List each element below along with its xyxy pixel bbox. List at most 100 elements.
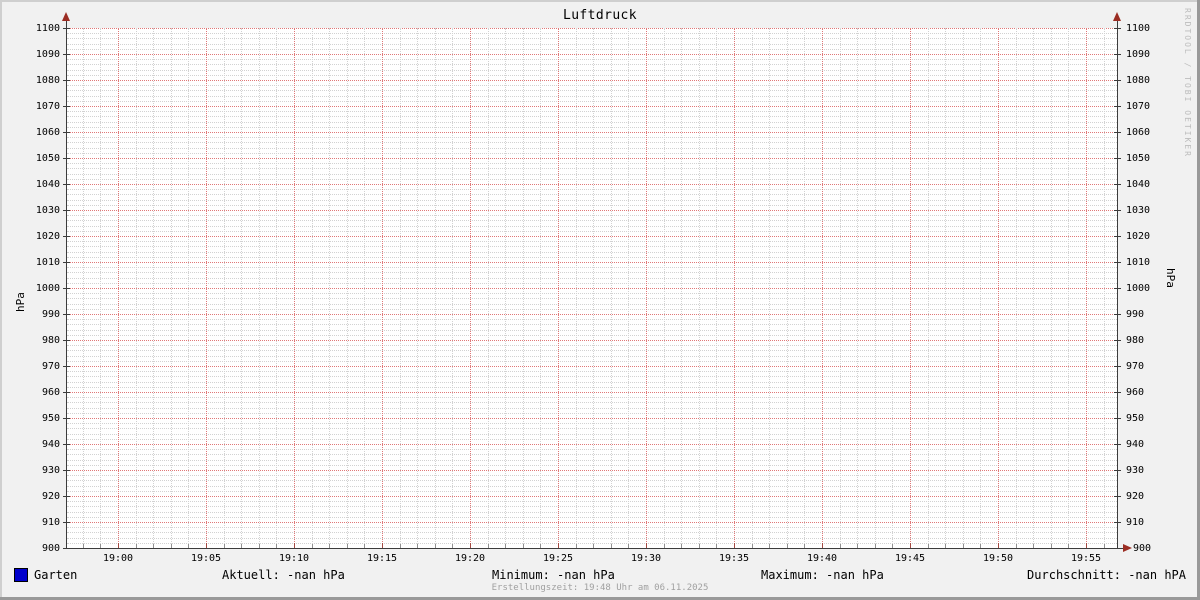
x-tick-label: 19:05: [190, 553, 222, 564]
grid-line-major-v: [206, 28, 207, 548]
y-tick-label-left: 960: [41, 387, 60, 398]
series-color-swatch: [14, 568, 28, 582]
y-tick-label-left: 900: [41, 543, 60, 554]
grid-line-minor-v: [1033, 28, 1035, 548]
grid-line-minor-v: [434, 28, 436, 548]
y-tick-label-left: 1080: [35, 75, 60, 86]
grid-line-minor-v: [188, 28, 190, 548]
y-tick-label-left: 910: [41, 517, 60, 528]
y-axis-tick-right: [1114, 106, 1121, 107]
y-tick-label-right: 1050: [1126, 153, 1151, 164]
y-axis-tick-left: [63, 366, 70, 367]
y-axis-line-left: [66, 20, 67, 548]
y-tick-label-right: 940: [1126, 439, 1145, 450]
y-tick-label-right: 990: [1126, 309, 1145, 320]
y-axis-tick-left: [63, 236, 70, 237]
grid-line-minor-v: [716, 28, 718, 548]
y-axis-tick-left: [63, 548, 70, 549]
x-tick-label: 19:10: [278, 553, 310, 564]
y-tick-label-right: 1010: [1126, 257, 1151, 268]
y-axis-tick-left: [63, 158, 70, 159]
y-tick-label-left: 1040: [35, 179, 60, 190]
grid-line-minor-v: [82, 28, 84, 548]
x-tick-label: 19:35: [718, 553, 750, 564]
grid-line-major-v: [558, 28, 559, 548]
grid-line-minor-v: [311, 28, 313, 548]
y-tick-label-left: 1020: [35, 231, 60, 242]
grid-line-major-v: [998, 28, 999, 548]
grid-line-minor-v: [258, 28, 260, 548]
y-axis-tick-left: [63, 80, 70, 81]
y-axis-tick-left: [63, 444, 70, 445]
grid-line-minor-v: [874, 28, 876, 548]
frame-bevel-top: [0, 0, 1200, 2]
grid-line-minor-v: [945, 28, 947, 548]
y-axis-tick-right: [1114, 496, 1121, 497]
stat-aktuell: Aktuell: -nan hPa: [222, 568, 345, 582]
y-tick-label-right: 1100: [1126, 23, 1151, 34]
grid-line-minor-v: [1015, 28, 1017, 548]
y-tick-label-right: 1080: [1126, 75, 1151, 86]
grid-line-major-v: [1086, 28, 1087, 548]
grid-line-minor-v: [927, 28, 929, 548]
grid-line-minor-v: [1103, 28, 1105, 548]
series-name: Garten: [34, 568, 78, 582]
y-tick-label-left: 1050: [35, 153, 60, 164]
grid-line-minor-v: [769, 28, 771, 548]
grid-line-minor-v: [522, 28, 524, 548]
grid-line-minor-v: [505, 28, 507, 548]
grid-line-minor-v: [241, 28, 243, 548]
x-tick-label: 19:55: [1070, 553, 1102, 564]
y-axis-tick-right: [1114, 392, 1121, 393]
grid-line-minor-v: [628, 28, 630, 548]
y-tick-label-left: 1070: [35, 101, 60, 112]
grid-line-minor-v: [364, 28, 366, 548]
x-tick-label: 19:15: [366, 553, 398, 564]
grid-line-minor-v: [100, 28, 102, 548]
grid-line-major-v: [294, 28, 295, 548]
y-axis-tick-right: [1114, 54, 1121, 55]
y-tick-label-left: 1000: [35, 283, 60, 294]
grid-line-major-v: [646, 28, 647, 548]
x-tick-label: 19:00: [102, 553, 134, 564]
grid-line-minor-v: [417, 28, 419, 548]
grid-line-minor-v: [135, 28, 137, 548]
y-axis-tick-right: [1114, 470, 1121, 471]
x-tick-label: 19:40: [806, 553, 838, 564]
grid-line-major-v: [470, 28, 471, 548]
y-tick-label-left: 930: [41, 465, 60, 476]
y-tick-label-right: 1070: [1126, 101, 1151, 112]
grid-line-major-v: [822, 28, 823, 548]
y-tick-label-right: 1060: [1126, 127, 1151, 138]
grid-line-minor-v: [346, 28, 348, 548]
grid-line-major-v: [910, 28, 911, 548]
grid-line-minor-v: [786, 28, 788, 548]
y-tick-label-right: 980: [1126, 335, 1145, 346]
y-axis-arrow-right: [1113, 12, 1121, 21]
grid-line-minor-v: [980, 28, 982, 548]
grid-line-minor-v: [1050, 28, 1052, 548]
frame-bevel-left: [0, 0, 2, 600]
y-axis-tick-left: [63, 340, 70, 341]
y-tick-label-left: 1060: [35, 127, 60, 138]
stat-maximum: Maximum: -nan hPa: [761, 568, 884, 582]
y-axis-tick-left: [63, 418, 70, 419]
x-axis-arrow: [1123, 544, 1132, 552]
y-tick-label-right: 950: [1126, 413, 1145, 424]
y-axis-tick-left: [63, 496, 70, 497]
x-tick-label: 19:50: [982, 553, 1014, 564]
y-axis-tick-left: [63, 28, 70, 29]
y-axis-tick-left: [63, 288, 70, 289]
stat-minimum: Minimum: -nan hPa: [492, 568, 615, 582]
y-axis-tick-left: [63, 210, 70, 211]
y-tick-label-right: 1000: [1126, 283, 1151, 294]
y-tick-label-left: 1010: [35, 257, 60, 268]
stat-durchschnitt: Durchschnitt: -nan hPA: [1027, 568, 1186, 582]
y-tick-label-right: 900: [1133, 543, 1152, 554]
grid-line-minor-v: [751, 28, 753, 548]
grid-line-minor-v: [540, 28, 542, 548]
y-axis-tick-right: [1114, 366, 1121, 367]
y-axis-tick-right: [1114, 158, 1121, 159]
x-tick-label: 19:20: [454, 553, 486, 564]
y-tick-label-left: 970: [41, 361, 60, 372]
